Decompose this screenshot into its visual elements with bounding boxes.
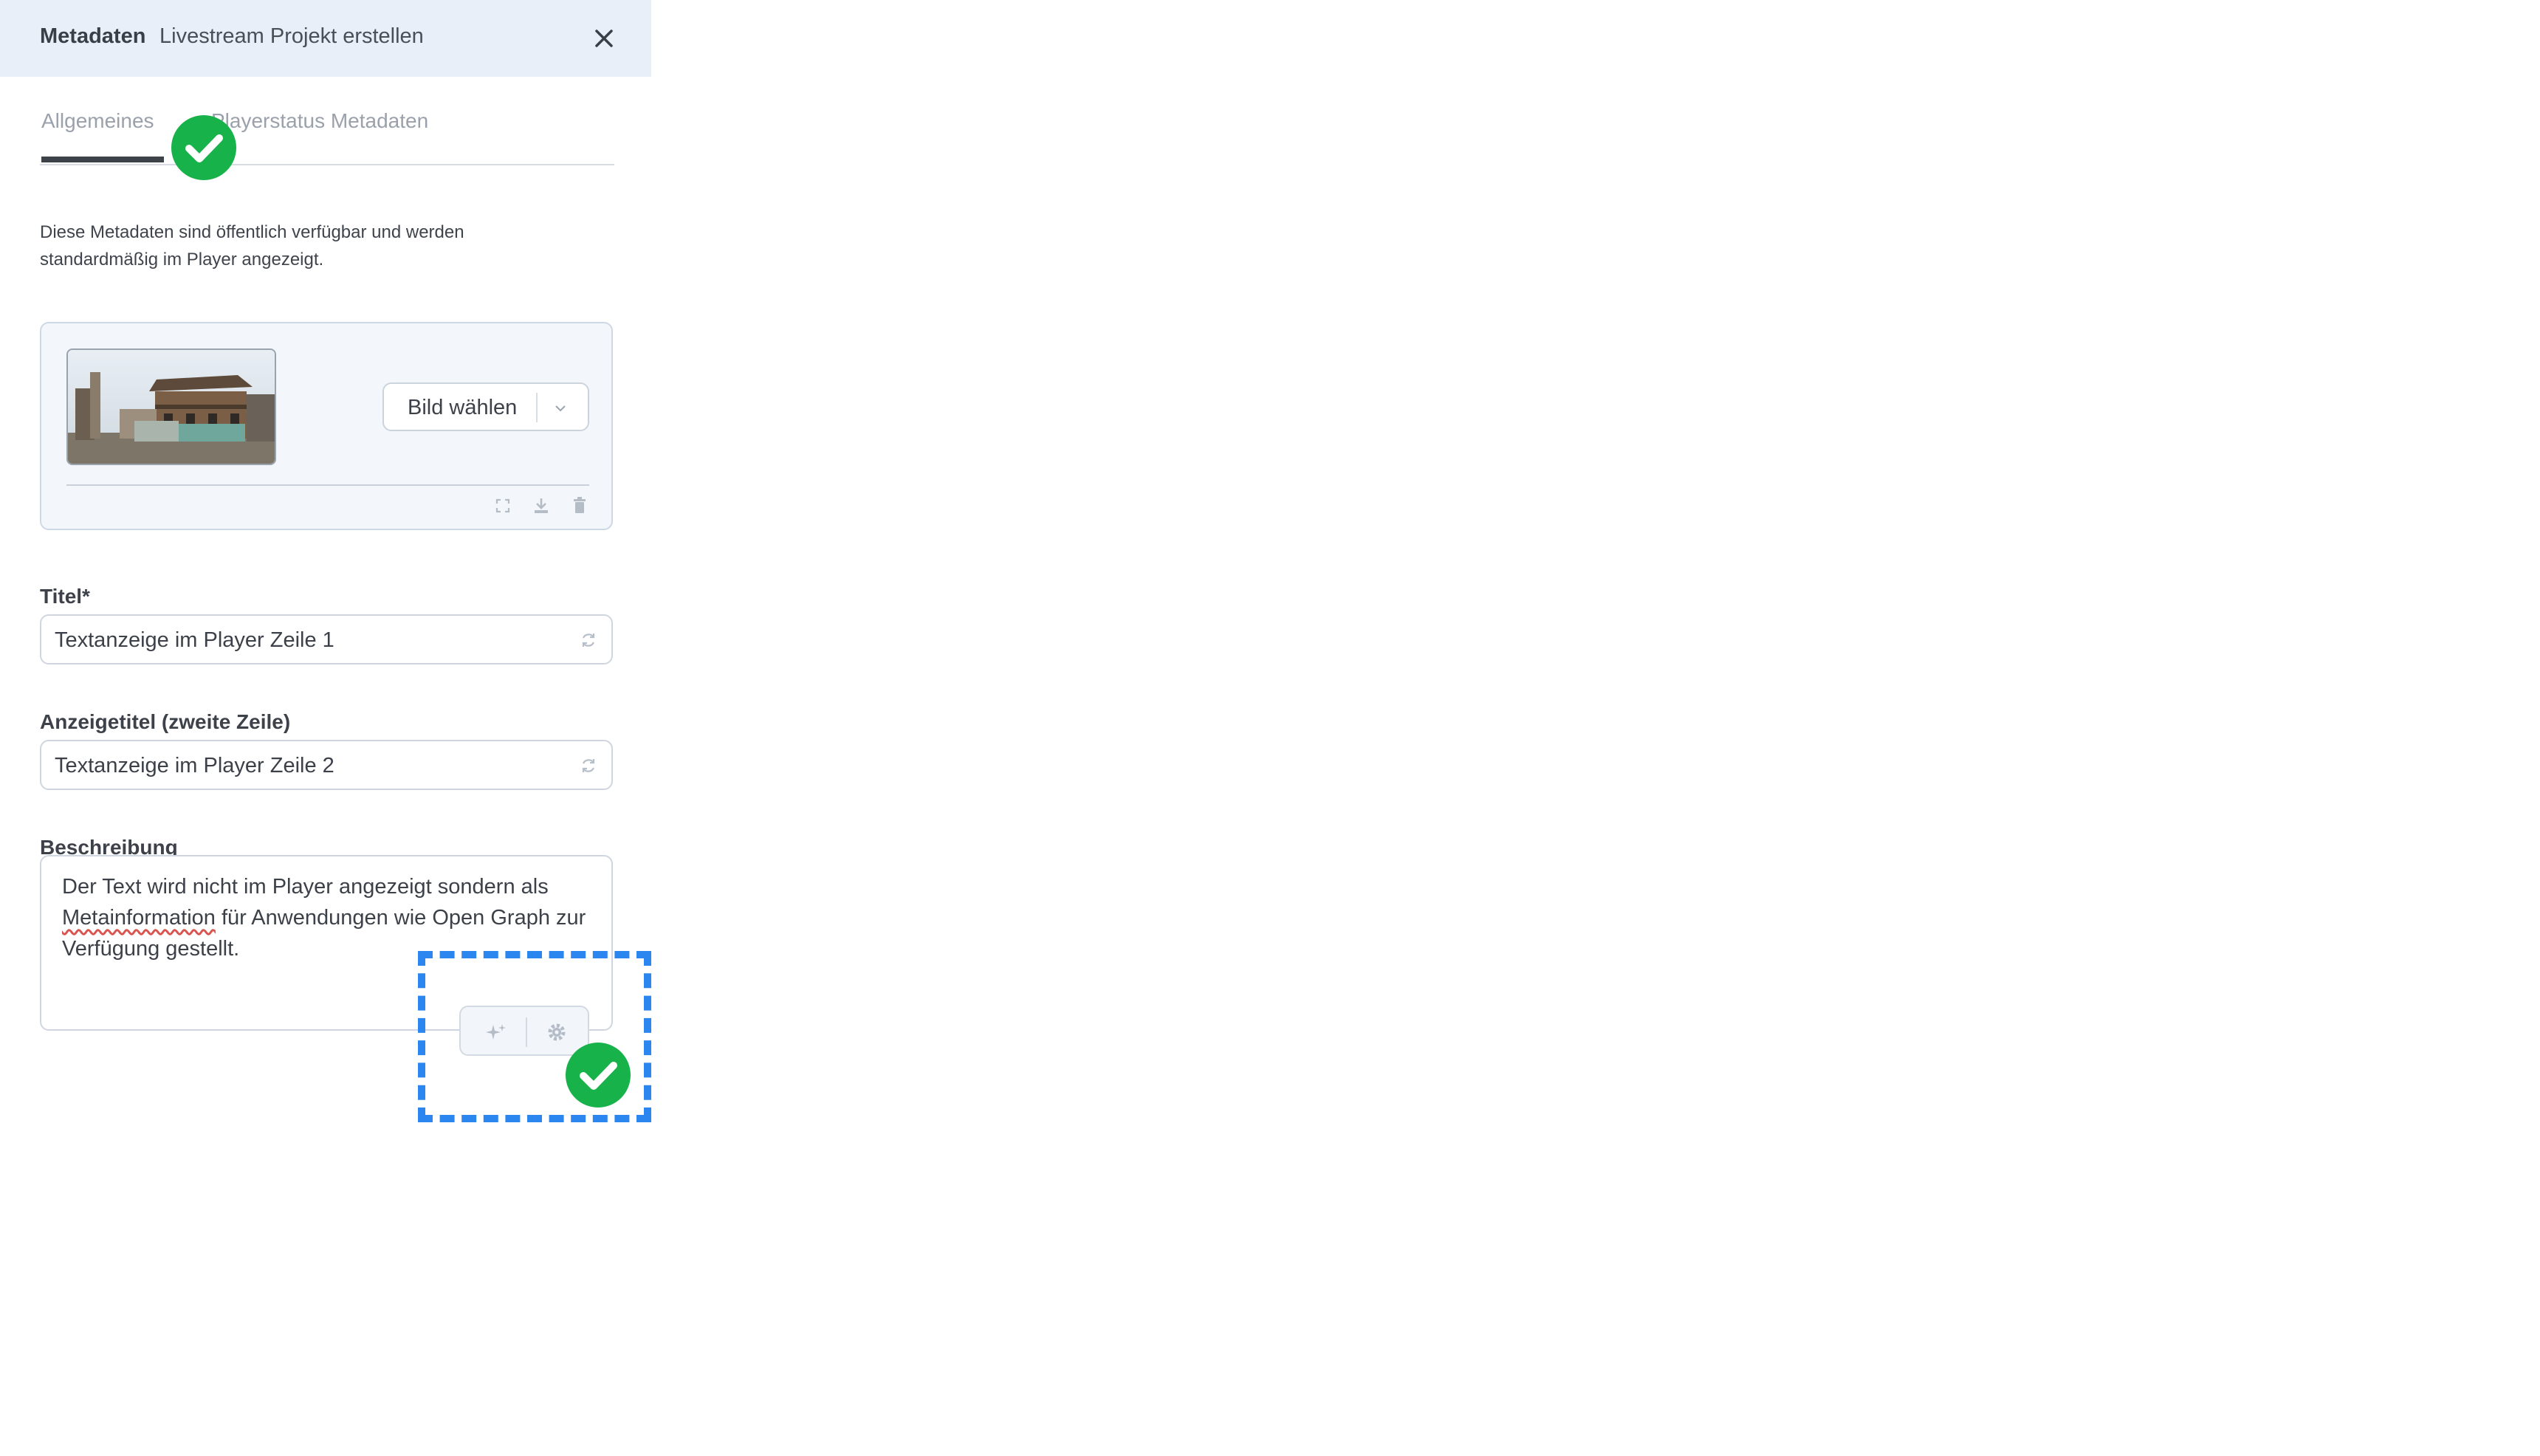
chevron-down-icon[interactable] [549, 397, 572, 419]
button-divider [536, 393, 538, 422]
active-tab-indicator [41, 157, 164, 162]
download-icon[interactable] [530, 495, 552, 517]
tab-playerstatus-metadaten[interactable]: Playerstatus Metadaten [211, 109, 428, 133]
image-divider [66, 484, 589, 486]
tab-bar: Allgemeines Playerstatus Metadaten [40, 106, 614, 165]
panel-header: Metadaten Livestream Projekt erstellen [0, 0, 651, 77]
close-icon[interactable] [591, 25, 617, 52]
title-label: Titel* [40, 585, 90, 608]
display-title-label: Anzeigetitel (zweite Zeile) [40, 710, 291, 733]
check-circle-icon [566, 1043, 631, 1108]
image-thumbnail[interactable] [66, 348, 276, 465]
refresh-icon[interactable] [577, 755, 600, 777]
display-title-field[interactable] [40, 740, 613, 790]
image-picker: Bild wählen [40, 322, 613, 530]
title-input[interactable] [53, 625, 543, 656]
display-title-input[interactable] [53, 750, 543, 781]
select-image-label: Bild wählen [408, 396, 518, 419]
refresh-icon[interactable] [577, 629, 600, 651]
fullscreen-icon[interactable] [492, 495, 514, 517]
trash-icon[interactable] [569, 495, 591, 517]
metadata-panel: Metadaten Livestream Projekt erstellen A… [0, 0, 651, 1456]
panel-title: Metadaten [40, 24, 146, 48]
panel-subtitle: Livestream Projekt erstellen [159, 24, 424, 48]
title-field[interactable] [40, 614, 613, 665]
select-image-button[interactable]: Bild wählen [382, 382, 589, 431]
tab-allgemeines[interactable]: Allgemeines [41, 109, 154, 133]
misspelled-word: Metainformation [62, 906, 216, 930]
check-circle-icon [171, 115, 236, 180]
intro-text: Diese Metadaten sind öffentlich verfügba… [40, 222, 464, 269]
